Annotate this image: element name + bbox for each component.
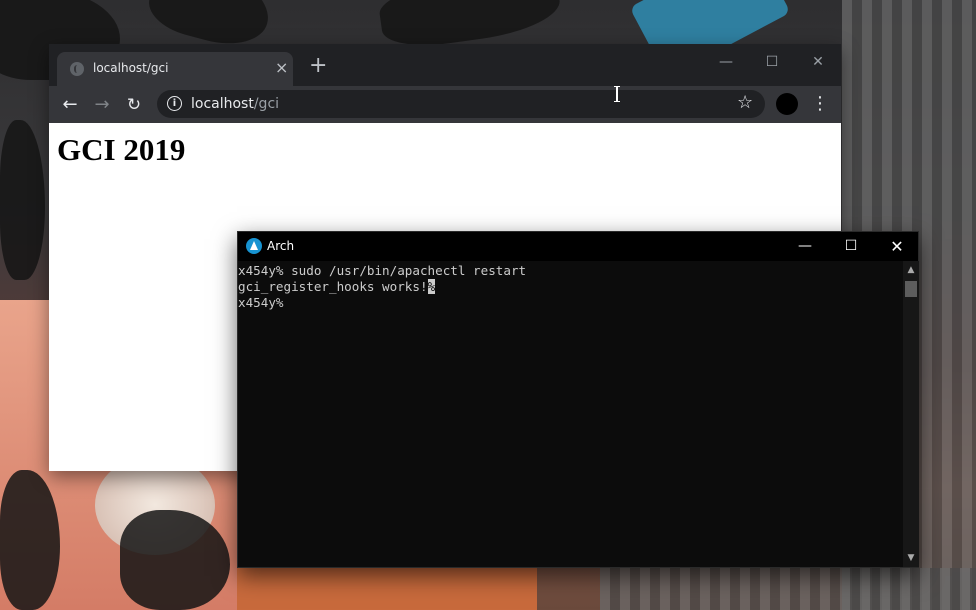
new-tab-button[interactable]: + xyxy=(309,54,327,78)
terminal-line: x454y% sudo /usr/bin/apachectl restart xyxy=(238,263,527,278)
back-button[interactable]: ← xyxy=(57,92,83,118)
terminal-line-text: gci_register_hooks works! xyxy=(238,279,428,294)
terminal-output[interactable]: x454y% sudo /usr/bin/apachectl restart g… xyxy=(238,261,902,567)
address-bar[interactable]: i localhost/gci ☆ xyxy=(157,90,765,118)
tab-close-button[interactable]: × xyxy=(275,58,288,78)
terminal-line: gci_register_hooks works!% xyxy=(238,279,436,295)
terminal-close-button[interactable]: ✕ xyxy=(874,232,920,261)
scroll-thumb[interactable] xyxy=(905,281,917,297)
browser-menu-icon[interactable]: ⋮ xyxy=(811,92,829,116)
reload-button[interactable]: ↻ xyxy=(121,92,147,118)
info-icon[interactable]: i xyxy=(167,96,182,111)
terminal-scrollbar[interactable]: ▲ ▼ xyxy=(903,261,919,567)
bookmark-star-icon[interactable]: ☆ xyxy=(737,92,753,113)
globe-icon xyxy=(70,62,84,76)
browser-tab[interactable]: localhost/gci × xyxy=(57,52,293,86)
arch-logo-icon xyxy=(246,238,262,254)
url-host: localhost xyxy=(191,96,254,112)
tab-title: localhost/gci xyxy=(93,61,169,75)
page-heading: GCI 2019 xyxy=(57,132,186,167)
terminal-window: Arch — ☐ ✕ x454y% sudo /usr/bin/apachect… xyxy=(237,231,919,568)
terminal-title-bar[interactable]: Arch — ☐ ✕ xyxy=(238,232,918,261)
scroll-up-arrow-icon[interactable]: ▲ xyxy=(903,263,919,277)
terminal-minimize-button[interactable]: — xyxy=(782,232,828,261)
browser-minimize-button[interactable]: — xyxy=(711,50,741,74)
terminal-maximize-button[interactable]: ☐ xyxy=(828,232,874,261)
terminal-highlight-char: % xyxy=(427,279,436,294)
forward-button[interactable]: → xyxy=(89,92,115,118)
browser-tab-strip: localhost/gci × + — ☐ ✕ xyxy=(49,44,841,86)
browser-close-button[interactable]: ✕ xyxy=(803,50,833,74)
browser-maximize-button[interactable]: ☐ xyxy=(757,50,787,74)
terminal-prompt: x454y% xyxy=(238,295,284,310)
url-text[interactable]: localhost/gci xyxy=(191,96,279,112)
url-path: /gci xyxy=(253,96,280,112)
text-cursor-icon xyxy=(614,86,620,102)
scroll-down-arrow-icon[interactable]: ▼ xyxy=(903,551,919,565)
terminal-title: Arch xyxy=(267,239,295,253)
profile-avatar[interactable] xyxy=(776,93,798,115)
browser-toolbar: ← → ↻ i localhost/gci ☆ ⋮ xyxy=(49,86,841,123)
